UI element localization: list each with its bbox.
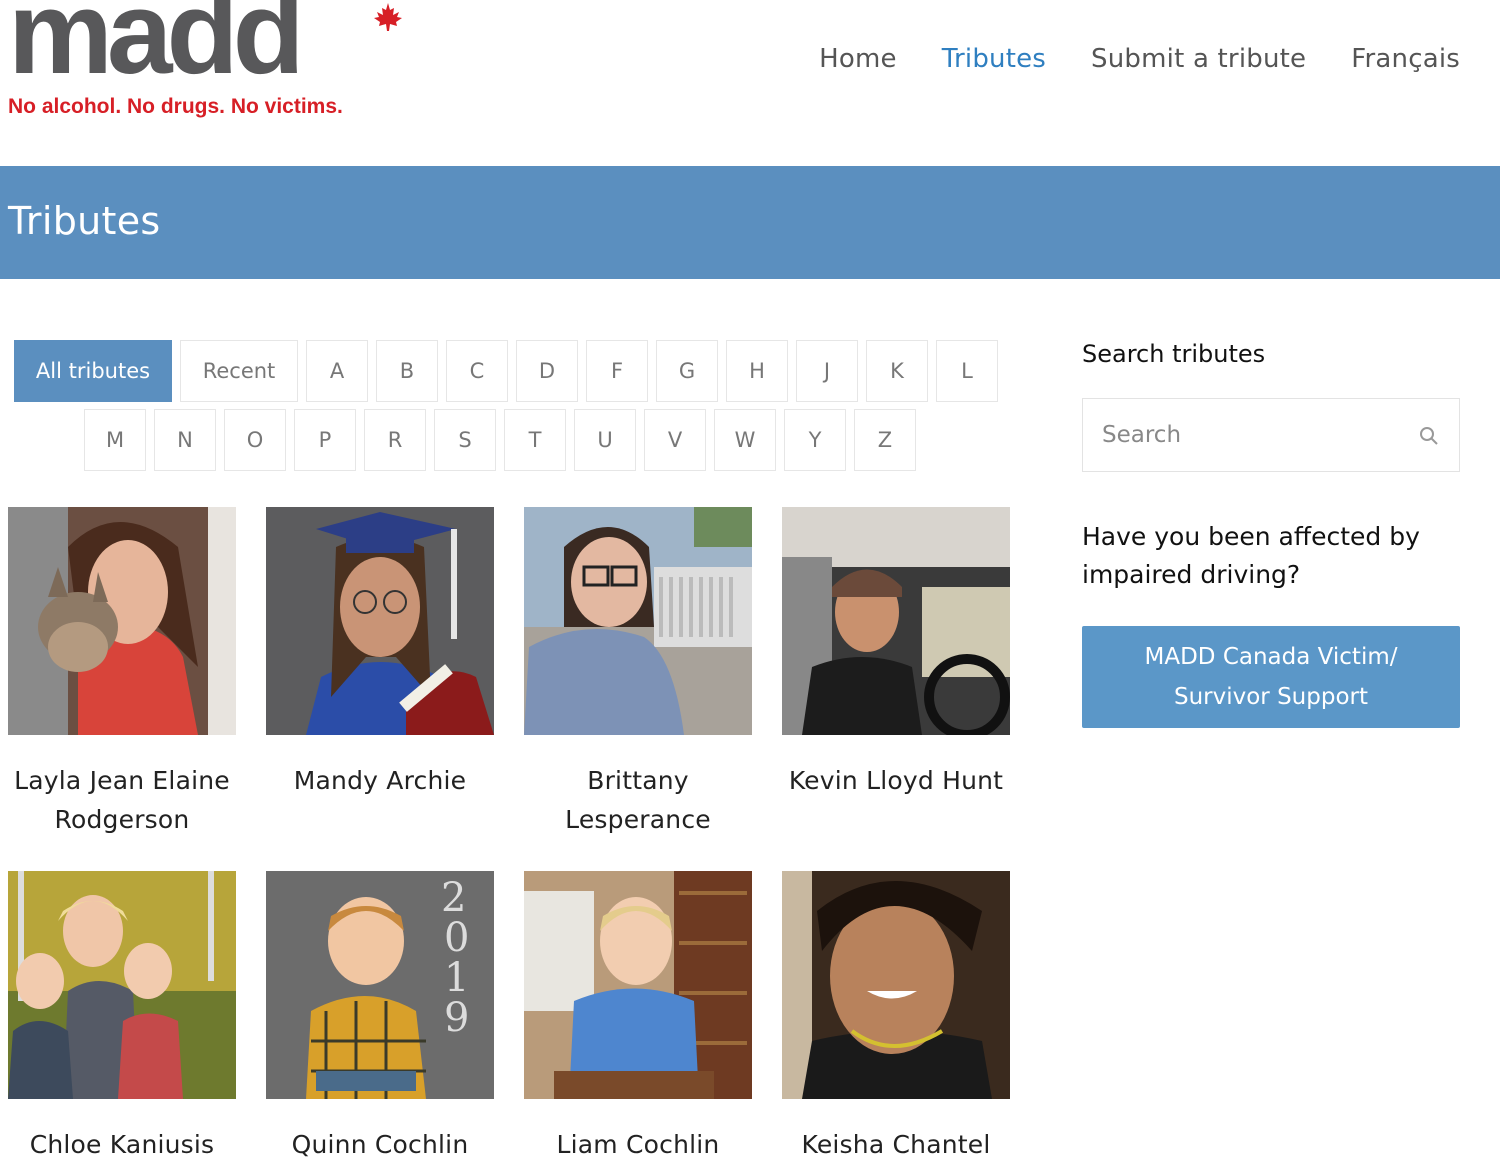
tribute-card[interactable]: Brittany Lesperance	[524, 507, 752, 839]
tribute-photo[interactable]	[8, 871, 236, 1099]
search-icon[interactable]	[1419, 426, 1439, 446]
tribute-name[interactable]: Chloe Kaniusis	[8, 1125, 236, 1164]
nav-home[interactable]: Home	[819, 40, 897, 78]
tribute-photo[interactable]: 2 0 1 9	[266, 871, 494, 1099]
filter-letter-a[interactable]: A	[306, 340, 368, 402]
affected-question: Have you been affected by impaired drivi…	[1082, 522, 1420, 589]
filter-letter-m[interactable]: M	[84, 409, 146, 471]
tribute-card[interactable]: Keisha Chantel Tsekoh	[782, 871, 1010, 1172]
filter-recent[interactable]: Recent	[180, 340, 298, 402]
filter-letter-d[interactable]: D	[516, 340, 578, 402]
tribute-photo[interactable]	[8, 507, 236, 735]
filter-letter-k[interactable]: K	[866, 340, 928, 402]
site-header: madd No alcohol. No drugs. No victims. H…	[0, 0, 1500, 166]
svg-text:9: 9	[444, 995, 469, 1041]
filter-letter-w[interactable]: W	[714, 409, 776, 471]
nav-tributes[interactable]: Tributes	[942, 40, 1046, 78]
madd-logo[interactable]: madd No alcohol. No drugs. No victims.	[8, 0, 408, 130]
filter-letter-g[interactable]: G	[656, 340, 718, 402]
filter-letter-p[interactable]: P	[294, 409, 356, 471]
tribute-photo[interactable]	[782, 871, 1010, 1099]
filter-letter-t[interactable]: T	[504, 409, 566, 471]
tribute-card[interactable]: 2 0 1 9 Quinn Cochlin	[266, 871, 494, 1164]
search-tributes-title: Search tributes	[1082, 340, 1266, 368]
tribute-name[interactable]: Layla Jean Elaine Rodgerson	[8, 761, 236, 839]
page-title: Tributes	[8, 199, 161, 243]
tribute-photo[interactable]	[524, 871, 752, 1099]
filter-letter-y[interactable]: Y	[784, 409, 846, 471]
tribute-name[interactable]: Keisha Chantel Tsekoh	[782, 1125, 1010, 1172]
filter-row-2: MNOPRSTUVWYZ	[0, 409, 1010, 471]
tribute-card[interactable]: Chloe Kaniusis	[8, 871, 236, 1164]
page-banner: Tributes	[0, 166, 1500, 279]
tribute-photo[interactable]	[782, 507, 1010, 735]
filter-letter-u[interactable]: U	[574, 409, 636, 471]
tribute-photo[interactable]	[524, 507, 752, 735]
nav-francais[interactable]: Français	[1351, 40, 1460, 78]
main-nav: Home Tributes Submit a tribute Français	[774, 40, 1460, 78]
tribute-card[interactable]: Liam Cochlin	[524, 871, 752, 1164]
tribute-name[interactable]: Mandy Archie	[266, 761, 494, 800]
filter-all-tributes[interactable]: All tributes	[14, 340, 172, 402]
tribute-photo[interactable]	[266, 507, 494, 735]
filter-letter-l[interactable]: L	[936, 340, 998, 402]
filter-letter-s[interactable]: S	[434, 409, 496, 471]
filter-letter-n[interactable]: N	[154, 409, 216, 471]
victim-support-button[interactable]: MADD Canada Victim/ Survivor Support	[1082, 626, 1460, 728]
tribute-name[interactable]: Liam Cochlin	[524, 1125, 752, 1164]
nav-submit-tribute[interactable]: Submit a tribute	[1091, 40, 1306, 78]
filter-letter-c[interactable]: C	[446, 340, 508, 402]
filter-letter-b[interactable]: B	[376, 340, 438, 402]
filter-letter-r[interactable]: R	[364, 409, 426, 471]
tribute-name[interactable]: Brittany Lesperance	[524, 761, 752, 839]
maple-leaf-icon	[374, 3, 402, 31]
search-box	[1082, 398, 1460, 472]
sidebar: Search tributes Have you been affected b…	[1082, 340, 1460, 728]
filter-letter-h[interactable]: H	[726, 340, 788, 402]
tribute-name[interactable]: Quinn Cochlin	[266, 1125, 494, 1164]
logo-tagline: No alcohol. No drugs. No victims.	[8, 95, 343, 118]
tribute-filters: All tributes Recent A B C D F G H J K L MNOPRSTUVWY…	[0, 340, 1010, 478]
tribute-card[interactable]: Mandy Archie	[266, 507, 494, 800]
tribute-name[interactable]: Kevin Lloyd Hunt	[782, 761, 1010, 800]
filter-letter-j[interactable]: J	[796, 340, 858, 402]
filter-row-1: All tributes Recent A B C D F G H J K L	[0, 340, 1010, 402]
search-input[interactable]	[1083, 399, 1413, 471]
filter-letter-f[interactable]: F	[586, 340, 648, 402]
filter-letter-z[interactable]: Z	[854, 409, 916, 471]
tribute-card[interactable]: Kevin Lloyd Hunt	[782, 507, 1010, 800]
filter-letter-v[interactable]: V	[644, 409, 706, 471]
filter-letter-o[interactable]: O	[224, 409, 286, 471]
logo-wordmark: madd	[8, 0, 305, 99]
tribute-card[interactable]: Layla Jean Elaine Rodgerson	[8, 507, 236, 839]
